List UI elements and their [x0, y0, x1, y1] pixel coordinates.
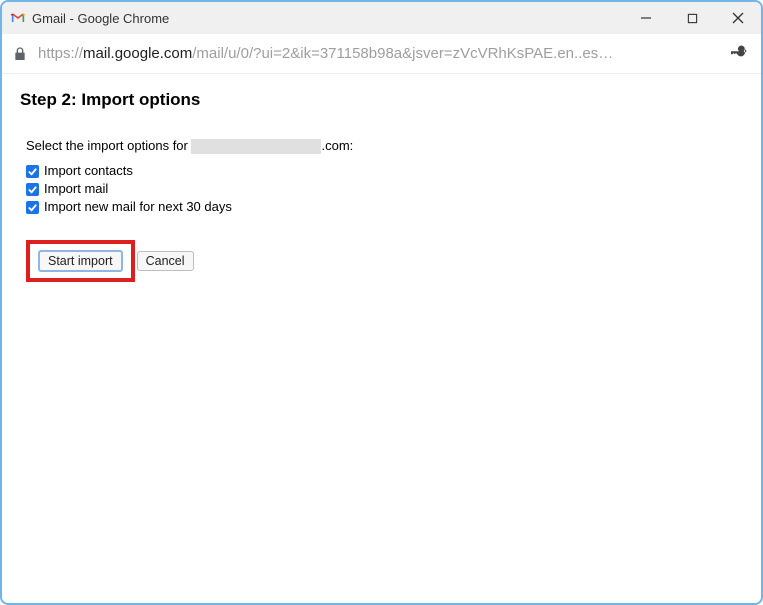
options-list: Import contacts Import mail Import new m… — [26, 162, 743, 216]
option-label: Import mail — [44, 180, 108, 198]
option-label: Import new mail for next 30 days — [44, 198, 232, 216]
select-options-line: Select the import options for .com: — [26, 138, 743, 154]
cancel-button[interactable]: Cancel — [137, 251, 194, 271]
window-controls — [623, 2, 761, 34]
page-content: Step 2: Import options Select the import… — [2, 74, 761, 603]
redacted-email — [191, 139, 321, 154]
checkbox-import-new-mail[interactable] — [26, 201, 39, 214]
lock-icon — [12, 46, 28, 62]
highlight-box: Start import — [26, 240, 135, 282]
close-button[interactable] — [715, 2, 761, 34]
select-prefix: Select the import options for — [26, 138, 191, 153]
gmail-icon — [10, 10, 26, 26]
checkbox-import-mail[interactable] — [26, 183, 39, 196]
titlebar: Gmail - Google Chrome — [2, 2, 761, 34]
page-title: Step 2: Import options — [20, 90, 743, 110]
checkbox-import-contacts[interactable] — [26, 165, 39, 178]
url-path: /mail/u/0/?ui=2&ik=371158b98a&jsver=zVcV… — [192, 45, 613, 62]
url-scheme: https:// — [38, 45, 83, 62]
minimize-button[interactable] — [623, 2, 669, 34]
option-import-mail: Import mail — [26, 180, 743, 198]
key-icon[interactable] — [731, 41, 751, 66]
maximize-button[interactable] — [669, 2, 715, 34]
buttons-row: Start import Cancel — [26, 240, 743, 282]
option-import-new-mail: Import new mail for next 30 days — [26, 198, 743, 216]
chrome-window: Gmail - Google Chrome https://mail.googl… — [0, 0, 763, 605]
option-import-contacts: Import contacts — [26, 162, 743, 180]
select-suffix: .com: — [321, 138, 353, 153]
url-display[interactable]: https://mail.google.com/mail/u/0/?ui=2&i… — [38, 45, 723, 62]
url-host: mail.google.com — [83, 45, 192, 62]
address-bar: https://mail.google.com/mail/u/0/?ui=2&i… — [2, 34, 761, 74]
window-title: Gmail - Google Chrome — [32, 11, 169, 26]
option-label: Import contacts — [44, 162, 133, 180]
start-import-button[interactable]: Start import — [38, 250, 123, 272]
